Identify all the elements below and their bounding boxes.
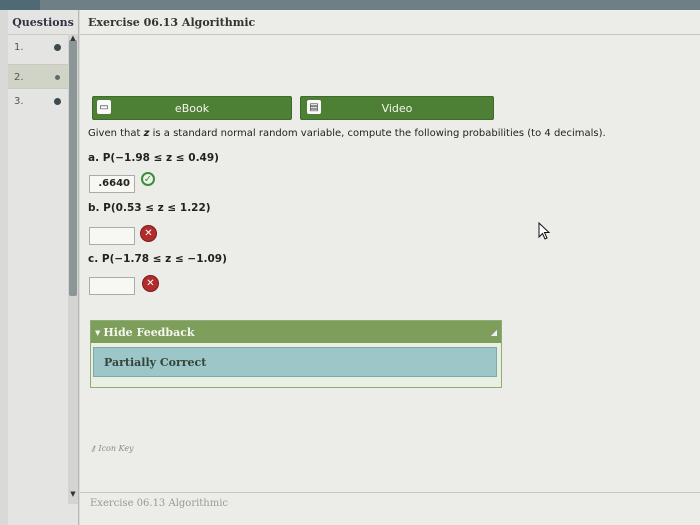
question-prompt: Given that z is a standard normal random… — [88, 128, 606, 139]
footer-exercise-title: Exercise 06.13 Algorithmic — [90, 498, 229, 509]
collapse-triangle-icon: ▼ — [95, 327, 101, 337]
ebook-button[interactable]: ▭ eBook — [92, 96, 292, 120]
part-c-label: c. P(−1.78 ≤ z ≤ −1.09) — [88, 253, 227, 265]
key-icon: ⚷ — [90, 444, 96, 453]
questions-sidebar: Questions 1. 2. 3. ▲ ▼ — [8, 10, 79, 525]
prompt-prefix: Given that — [88, 128, 144, 139]
feedback-panel: ▼ Hide Feedback ◢ Partially Correct — [90, 320, 502, 388]
mouse-cursor-icon — [538, 222, 551, 240]
scroll-up-arrow-icon[interactable]: ▲ — [69, 34, 77, 42]
feedback-status-text: Partially Correct — [104, 355, 207, 369]
incorrect-x-icon: ✕ — [142, 275, 159, 292]
hide-feedback-label: Hide Feedback — [103, 325, 195, 339]
question-number: 1. — [14, 41, 24, 53]
part-a-label: a. P(−1.98 ≤ z ≤ 0.49) — [88, 152, 219, 164]
book-icon: ▭ — [97, 100, 111, 114]
video-button[interactable]: ▤ Video — [300, 96, 494, 120]
question-number: 3. — [14, 95, 24, 107]
part-b-label: b. P(0.53 ≤ z ≤ 1.22) — [88, 202, 211, 214]
sidebar-header: Questions — [12, 15, 74, 29]
correct-check-icon: ✓ — [141, 172, 155, 186]
part-b-answer-input[interactable] — [89, 227, 135, 245]
exercise-title: Exercise 06.13 Algorithmic — [88, 16, 256, 29]
resize-corner-icon: ◢ — [490, 327, 497, 337]
icon-key-link[interactable]: ⚷ Icon Key — [90, 444, 134, 453]
incorrect-x-icon: ✕ — [140, 225, 157, 242]
scroll-down-arrow-icon[interactable]: ▼ — [69, 490, 77, 498]
answered-status-icon — [54, 43, 61, 51]
sidebar-item-question-2[interactable]: 2. — [8, 64, 70, 89]
hide-feedback-toggle[interactable]: ▼ Hide Feedback ◢ — [91, 321, 501, 343]
question-number: 2. — [14, 71, 24, 83]
video-label: Video — [381, 101, 413, 115]
film-icon: ▤ — [307, 100, 321, 114]
sidebar-item-question-3[interactable]: 3. — [8, 88, 70, 113]
part-a-answer-input[interactable]: .6640 — [89, 175, 135, 193]
sidebar-scroll-thumb[interactable] — [69, 40, 77, 296]
icon-key-label: Icon Key — [98, 444, 134, 453]
feedback-status: Partially Correct — [93, 347, 497, 377]
divider — [80, 34, 700, 35]
answered-status-icon — [54, 97, 61, 105]
ebook-label: eBook — [174, 101, 210, 115]
sidebar-item-question-1[interactable]: 1. — [8, 34, 70, 59]
footer-divider — [80, 492, 700, 493]
exercise-panel: Exercise 06.13 Algorithmic ▭ eBook ▤ Vid… — [80, 10, 700, 525]
part-c-answer-input[interactable] — [89, 277, 135, 295]
top-bar — [0, 0, 700, 10]
current-status-icon — [55, 74, 60, 80]
top-bar-accent — [0, 0, 40, 10]
prompt-suffix: is a standard normal random variable, co… — [149, 128, 606, 139]
